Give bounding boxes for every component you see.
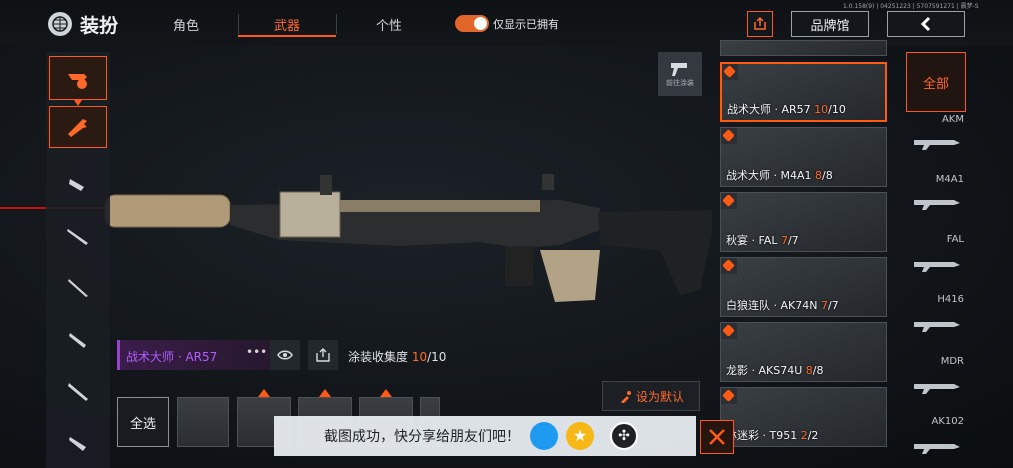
- tab-weapon[interactable]: 武器: [247, 15, 327, 34]
- collection-progress: 涂装收集度 10/10: [348, 350, 447, 364]
- screenshot-toast: 截图成功，快分享给朋友们吧！ ★ ✣: [274, 416, 696, 456]
- skin-card[interactable]: 秋宴 · FAL 7/7: [720, 192, 887, 252]
- skin-name: 林迷彩 · T951 2/2: [726, 429, 819, 442]
- filter-weapon-label[interactable]: AKM: [906, 114, 964, 125]
- category-sniper[interactable]: [49, 266, 107, 308]
- back-button[interactable]: [887, 11, 965, 37]
- filter-weapon-label[interactable]: M4A1: [906, 174, 964, 185]
- category-marksman[interactable]: [49, 318, 107, 360]
- skin-card-partial[interactable]: [720, 40, 887, 56]
- owned-only-label: 仅显示已拥有: [493, 18, 559, 31]
- toast-message: 截图成功，快分享给朋友们吧！: [324, 429, 520, 445]
- tab-character[interactable]: 角色: [146, 15, 226, 34]
- set-default-button[interactable]: 设为默认: [602, 381, 700, 411]
- skin-card[interactable]: 战术大师 · M4A1 8/8: [720, 127, 887, 187]
- tab-personality[interactable]: 个性: [349, 15, 429, 34]
- filter-all[interactable]: 全部: [906, 52, 966, 112]
- m4a1-icon: [914, 200, 960, 210]
- category-rifle[interactable]: [49, 106, 107, 148]
- filter-weapon-label[interactable]: H416: [906, 294, 964, 305]
- pistol-icon: [69, 437, 86, 451]
- filter-weapon-label[interactable]: AK102: [906, 416, 965, 427]
- part-item[interactable]: [177, 397, 229, 447]
- qq-icon[interactable]: [530, 422, 558, 450]
- filter-weapon-label[interactable]: MDR: [906, 356, 964, 367]
- skin-share-button[interactable]: [308, 340, 338, 370]
- tab-divider: [238, 14, 239, 34]
- spray-icon: [721, 193, 737, 209]
- filter-weapon-label[interactable]: FAL: [906, 234, 964, 245]
- tab-active-indicator: [238, 35, 336, 37]
- category-lmg[interactable]: [49, 370, 107, 412]
- smg-icon: [69, 179, 84, 191]
- lmg-icon: [68, 383, 88, 401]
- spray-icon: [721, 258, 737, 274]
- rifle-icon: [68, 119, 87, 137]
- akm-icon: [914, 140, 960, 150]
- skin-card[interactable]: 白狼连队 · AK74N 7/7: [720, 257, 887, 317]
- back-arrow-icon: [920, 16, 931, 32]
- mdr-icon: [914, 384, 960, 394]
- page-title: 装扮: [80, 15, 119, 37]
- skin-card[interactable]: 龙影 · AKS74U 8/8: [720, 322, 887, 382]
- select-all-button[interactable]: 全选: [117, 397, 169, 447]
- goto-paint-label: 前往涂装: [666, 79, 694, 87]
- shotgun-icon: [67, 229, 88, 245]
- skin-name: 龙影 · AKS74U 8/8: [726, 364, 824, 377]
- spray-icon: [721, 323, 737, 339]
- spray-icon: [721, 128, 737, 144]
- owned-only-toggle[interactable]: [455, 15, 489, 32]
- fal-icon: [914, 262, 960, 272]
- category-pistol[interactable]: [49, 422, 107, 464]
- wechat-icon[interactable]: ✣: [610, 422, 638, 450]
- share-button[interactable]: [747, 11, 773, 37]
- category-all-weapons[interactable]: [49, 56, 107, 100]
- preview-button[interactable]: [270, 340, 300, 370]
- globe-icon: [48, 12, 72, 36]
- spray-icon: [620, 391, 631, 403]
- category-smg[interactable]: [49, 162, 107, 204]
- qzone-icon[interactable]: ★: [566, 422, 594, 450]
- close-icon: [709, 429, 725, 445]
- skin-name: 战术大师 · AR57 10/10: [727, 103, 846, 116]
- marksman-icon: [69, 333, 86, 348]
- h416-icon: [914, 322, 960, 332]
- sniper-icon: [68, 279, 88, 297]
- paint-gun-icon: [671, 63, 687, 76]
- weapon-badge-icon: [68, 74, 87, 89]
- skin-card[interactable]: 战术大师 · AR57 10/10: [720, 62, 887, 122]
- skin-name: 战术大师 · M4A1 8/8: [726, 169, 833, 182]
- category-shotgun[interactable]: [49, 214, 107, 256]
- brand-hall-button[interactable]: 品牌馆: [791, 11, 869, 37]
- more-icon[interactable]: •••: [246, 345, 267, 359]
- ak102-icon: [914, 444, 960, 454]
- close-toast-button[interactable]: [700, 420, 734, 454]
- version-text: 1.0.158(9) | 04251223 | 5707591271 | 晨梦-…: [843, 3, 979, 10]
- spray-icon: [721, 388, 737, 404]
- spray-icon: [722, 64, 738, 80]
- skin-card[interactable]: 林迷彩 · T951 2/2: [720, 387, 887, 447]
- share-icon: [316, 348, 330, 362]
- skin-name: 白狼连队 · AK74N 7/7: [726, 299, 839, 312]
- eye-icon: [277, 350, 293, 360]
- share-icon: [754, 17, 766, 30]
- tab-divider: [336, 14, 337, 34]
- skin-name: 秋宴 · FAL 7/7: [726, 234, 799, 247]
- set-default-label: 设为默认: [635, 389, 684, 404]
- goto-paint-button[interactable]: 前往涂装: [658, 52, 702, 96]
